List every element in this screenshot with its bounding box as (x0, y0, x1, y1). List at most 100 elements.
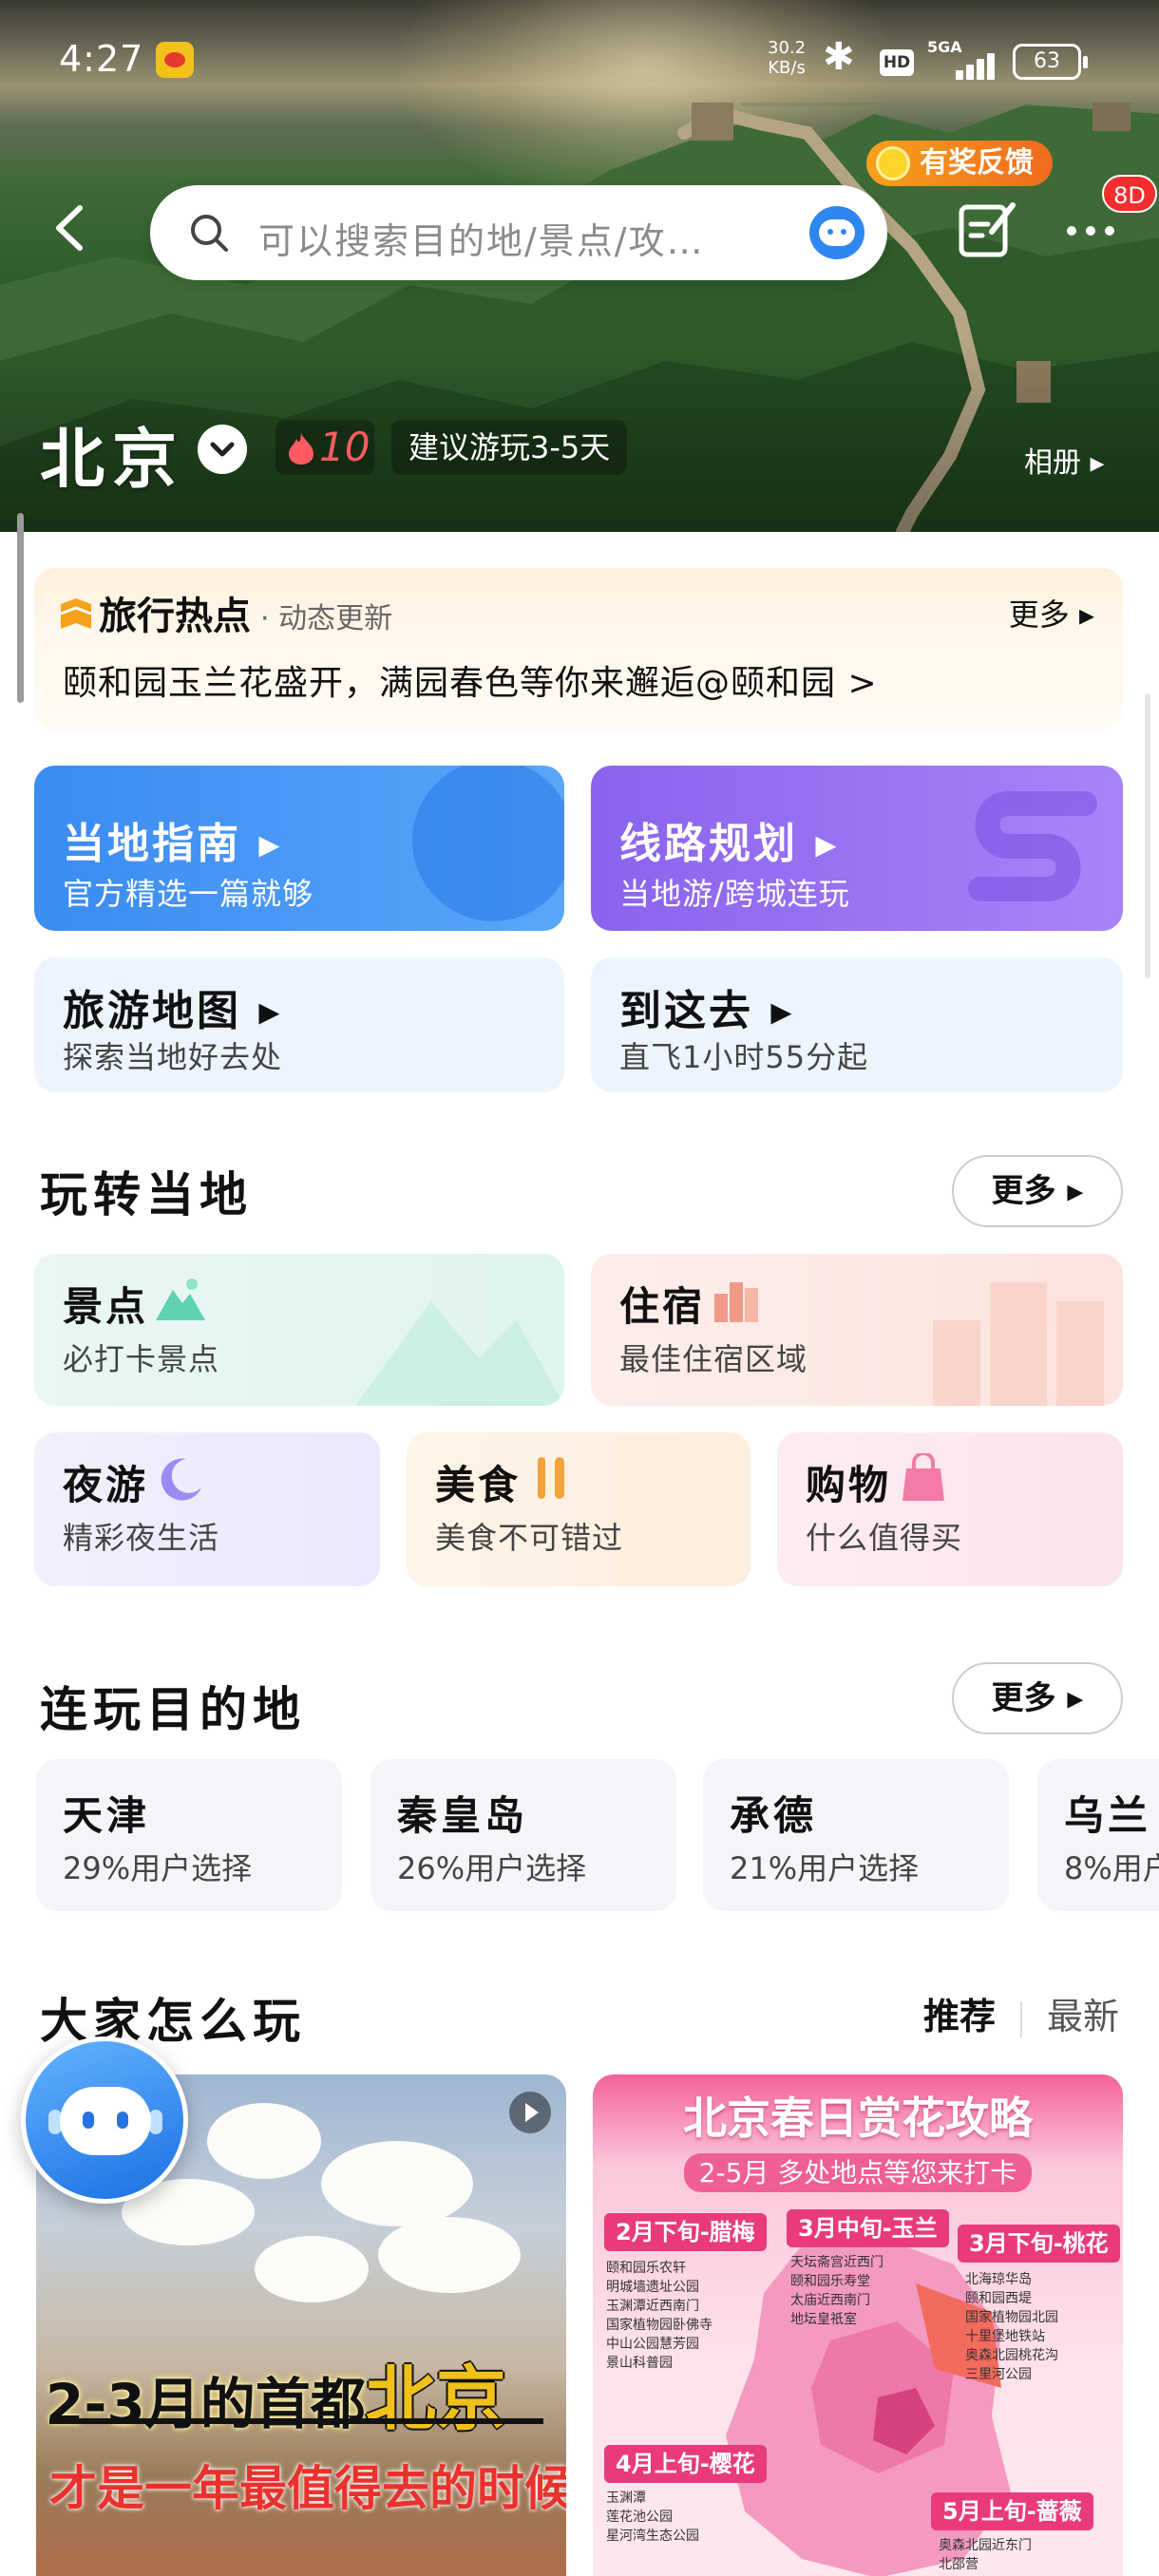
category-night-tour-subtitle: 精彩夜生活 (63, 1520, 220, 1556)
category-attractions[interactable]: 景点 必打卡景点 (34, 1254, 564, 1406)
category-accommodation-subtitle: 最佳住宿区域 (619, 1341, 808, 1377)
reward-feedback-button[interactable]: 有奖反馈 (866, 141, 1053, 186)
shopping-bag-icon (902, 1453, 944, 1501)
category-night-tour[interactable]: 夜游 精彩夜生活 (34, 1432, 380, 1586)
flower-spots-rose: 奥森北园近东门 北邵营 对外经贸大学南门 (939, 2538, 1032, 2572)
combo-destination-share: 8%用户 (1064, 1850, 1159, 1886)
combo-destination-name: 天津 (63, 1792, 151, 1839)
go-there-title: 到这去 ▸ (619, 987, 795, 1035)
ai-assistant-icon[interactable] (809, 206, 864, 259)
go-there-subtitle: 直飞1小时55分起 (619, 1039, 869, 1075)
flower-tag-magnolia: 3月中旬-玉兰 (787, 2209, 949, 2247)
hot-topic-more-label: 更多 (1008, 597, 1070, 633)
category-attractions-title: 景点 (63, 1283, 149, 1330)
flower-guide-title: 北京春日赏花攻略 (683, 2093, 1033, 2144)
album-label: 相册 (1024, 446, 1081, 480)
local-guide-tile[interactable]: 当地指南 ▸ 官方精选一篇就够 (34, 766, 564, 931)
combo-destination-card[interactable]: 承德 21%用户选择 (703, 1759, 1009, 1911)
robot-face-icon (60, 2087, 151, 2155)
popularity-badge: 10 (276, 420, 374, 475)
route-icon (968, 791, 1097, 901)
search-bar[interactable]: 可以搜索目的地/景点/攻… (150, 185, 887, 280)
reward-feedback-label: 有奖反馈 (920, 146, 1034, 180)
album-link[interactable]: 相册 ▸ (1024, 439, 1105, 481)
travel-map-subtitle: 探索当地好去处 (63, 1039, 283, 1075)
combo-destination-share: 29%用户选择 (63, 1850, 253, 1886)
feed-sort-tabs: 推荐 最新 (923, 1987, 1119, 2039)
category-night-tour-title: 夜游 (63, 1462, 149, 1508)
local-guide-subtitle: 官方精选一篇就够 (63, 876, 314, 912)
category-shopping-subtitle: 什么值得买 (806, 1520, 963, 1556)
tab-latest[interactable]: 最新 (1047, 1996, 1119, 2037)
flower-spots-wintersweet: 颐和园乐农轩 明城墙遗址公园 玉渊潭近西南门 国家植物园卧佛寺 中山公园慧芳园 … (606, 2261, 712, 2371)
back-arrow-icon[interactable] (38, 195, 104, 261)
assistant-ear (149, 2110, 162, 2134)
hot-topic-icon (60, 598, 92, 629)
category-accommodation[interactable]: 住宿 最佳住宿区域 (591, 1254, 1123, 1406)
combo-destination-card[interactable]: 乌兰 8%用户 (1037, 1759, 1159, 1911)
flower-spots-peach: 北海琼华岛 颐和园西堤 国家植物园北园 十里堡地铁站 奥森北园桃花沟 三里河公园 (965, 2272, 1058, 2382)
network-speed: 30.2 KB/s (768, 38, 806, 78)
notification-badge: 8D (1102, 175, 1157, 213)
hot-topic-title: 旅行热点 (99, 595, 251, 638)
video-caption-line1: 2-3月的首都北京 (46, 2358, 506, 2440)
travel-map-title: 旅游地图 ▸ (63, 987, 283, 1035)
category-food[interactable]: 美食 美食不可错过 (407, 1432, 750, 1586)
flame-icon (289, 433, 314, 464)
go-there-tile[interactable]: 到这去 ▸ 直飞1小时55分起 (591, 957, 1123, 1092)
route-planning-subtitle: 当地游/跨城连玩 (619, 876, 850, 912)
app-root: 4:27 30.2 KB/s ✱ HD 5GA 63 可以搜索目的地/景点/攻…… (0, 0, 1159, 2576)
play-local-more-button[interactable]: 更多 ▸ (952, 1155, 1123, 1227)
write-note-icon[interactable] (950, 194, 1022, 266)
bluetooth-icon: ✱ (823, 35, 855, 79)
status-bar: 4:27 30.2 KB/s ✱ HD 5GA 63 (0, 0, 1159, 123)
travel-map-tile[interactable]: 旅游地图 ▸ 探索当地好去处 (34, 957, 564, 1092)
combo-more-button[interactable]: 更多 ▸ (952, 1662, 1123, 1734)
play-icon[interactable] (509, 2092, 551, 2133)
mountain-icon (156, 1279, 205, 1320)
search-placeholder: 可以搜索目的地/景点/攻… (258, 220, 705, 262)
local-guide-title: 当地指南 ▸ (63, 820, 283, 868)
popularity-rank: 10 (319, 424, 370, 470)
page-scrollbar[interactable] (1145, 693, 1150, 978)
travel-hot-topics-card[interactable]: 旅行热点 · 动态更新 更多 ▸ 颐和园玉兰花盛开，满园春色等你来邂逅@颐和园 … (34, 568, 1123, 729)
combo-destinations-heading: 连玩目的地 (40, 1682, 306, 1737)
fork-knife-icon (538, 1457, 564, 1499)
flower-spots-cherry: 玉渊潭 莲花池公园 星河湾生态公园 (606, 2491, 699, 2544)
flower-spots-magnolia: 天坛斋宫近西门 颐和园乐寿堂 太庙近西南门 地坛皇祇室 (790, 2255, 884, 2327)
flower-tag-peach: 3月下旬-桃花 (958, 2225, 1120, 2263)
hot-topic-subtitle: · 动态更新 (260, 602, 393, 635)
building-watermark-icon (933, 1282, 1104, 1406)
route-planning-title: 线路规划 ▸ (619, 820, 840, 868)
video-caption-line2: 才是一年最值得去的时候 (49, 2461, 566, 2516)
city-title[interactable]: 北京 (40, 407, 184, 501)
combo-destination-share: 26%用户选择 (397, 1850, 587, 1886)
signal-label: 5GA (927, 38, 962, 56)
blossom-decoration (378, 2217, 521, 2293)
flower-tag-rose: 5月上旬-蔷薇 (931, 2492, 1093, 2530)
category-food-subtitle: 美食不可错过 (435, 1520, 624, 1556)
hot-topic-more[interactable]: 更多 ▸ (1009, 591, 1094, 635)
combo-destination-card[interactable]: 秦皇岛 26%用户选择 (370, 1759, 676, 1911)
tab-recommend[interactable]: 推荐 (923, 1996, 996, 2037)
battery-level: 63 (1034, 49, 1060, 73)
feed-card-flower-guide[interactable]: 北京春日赏花攻略 2-5月 多处地点等您来打卡 2月下旬-腊梅 3月中旬-玉兰 … (593, 2074, 1123, 2576)
blossom-decoration (255, 2236, 369, 2302)
battery-icon: 63 (1013, 44, 1088, 80)
blossom-decoration (321, 2141, 473, 2226)
flower-tag-cherry: 4月上旬-樱花 (604, 2445, 767, 2483)
floating-assistant-button[interactable] (21, 2036, 188, 2204)
suggested-days: 建议游玩3-5天 (391, 420, 628, 475)
category-attractions-subtitle: 必打卡景点 (63, 1341, 220, 1377)
category-shopping[interactable]: 购物 什么值得买 (777, 1432, 1123, 1586)
flower-guide-subtitle: 2-5月 多处地点等您来打卡 (593, 2152, 1123, 2192)
combo-destination-card[interactable]: 天津 29%用户选择 (36, 1759, 342, 1911)
chevron-down-icon[interactable] (198, 425, 247, 474)
hot-topic-headline[interactable]: 颐和园玉兰花盛开，满园春色等你来邂逅@颐和园 > (63, 655, 878, 705)
category-food-title: 美食 (435, 1462, 522, 1508)
coin-icon (876, 146, 910, 180)
combo-destination-name: 秦皇岛 (397, 1792, 529, 1839)
combo-destination-share: 21%用户选择 (730, 1850, 920, 1886)
flower-tag-wintersweet: 2月下旬-腊梅 (604, 2213, 767, 2251)
route-planning-tile[interactable]: 线路规划 ▸ 当地游/跨城连玩 (591, 766, 1123, 931)
